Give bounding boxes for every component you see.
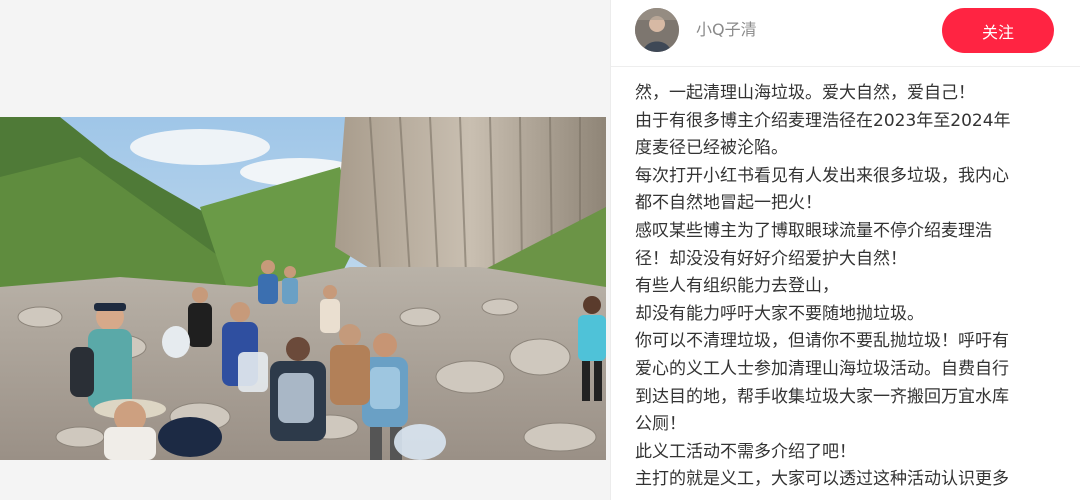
post-text-line: 有些人有组织能力去登山， [635, 276, 839, 297]
post-text-line: 感叹某些博主为了博取眼球流量不停介绍麦理浩 [635, 220, 992, 241]
author-avatar[interactable] [635, 8, 679, 52]
post-detail-panel: 小Q子清 关注 然，一起清理山海垃圾。爱大自然，爱自己！ 由于有很多博主介绍麦理… [610, 0, 1080, 500]
post-text-line: 爱心的义工人士参加清理山海垃圾活动。自费自行 [635, 358, 1009, 379]
follow-button[interactable]: 关注 [942, 8, 1054, 53]
media-pane [0, 0, 610, 500]
post-text-line: 此义工活动不需多介绍了吧！ [635, 441, 856, 462]
post-text-line: 公厕！ [635, 414, 686, 435]
post-text-line: 每次打开小红书看见有人发出来很多垃圾，我内心 [635, 165, 1009, 186]
post-text-line: 都不自然地冒起一把火！ [635, 193, 822, 214]
post-text-line: 主打的就是义工，大家可以透过这种活动认识更多 [635, 469, 1009, 490]
post-text-line: 到达目的地，帮手收集垃圾大家一齐搬回万宜水库 [635, 386, 1009, 407]
post-text-line: 度麦径已经被沦陷。 [635, 138, 788, 159]
post-text-line: 然，一起清理山海垃圾。爱大自然，爱自己！ [635, 83, 975, 103]
author-header: 小Q子清 关注 [611, 0, 1080, 67]
post-text-line: 你可以不清理垃圾，但请你不要乱抛垃圾！呼吁有 [635, 331, 1009, 352]
post-content: 然，一起清理山海垃圾。爱大自然，爱自己！ 由于有很多博主介绍麦理浩径在2023年… [635, 80, 1055, 494]
post-text-line: 径！却没没有好好介绍爱护大自然！ [635, 248, 907, 269]
post-text-line: 由于有很多博主介绍麦理浩径在2023年至2024年 [635, 110, 1011, 131]
post-photo[interactable] [0, 117, 606, 460]
post-text-line: 却没有能力呼吁大家不要随地抛垃圾。 [635, 303, 924, 324]
author-name[interactable]: 小Q子清 [696, 18, 757, 42]
